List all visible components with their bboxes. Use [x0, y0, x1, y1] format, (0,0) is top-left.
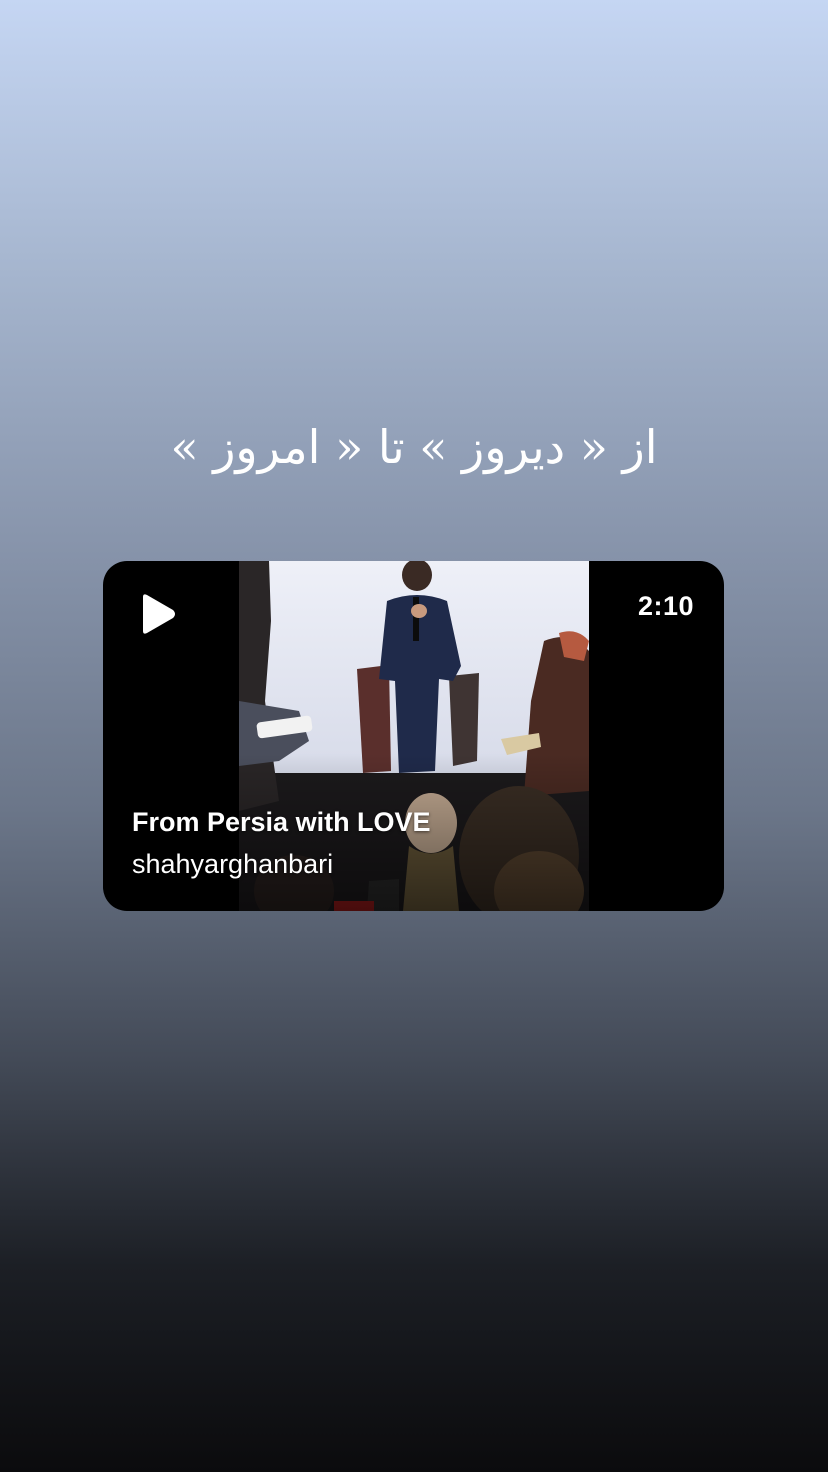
- play-button[interactable]: [137, 593, 177, 635]
- play-icon: [143, 594, 175, 634]
- video-username[interactable]: shahyarghanbari: [132, 849, 333, 880]
- video-title: From Persia with LOVE: [132, 807, 431, 837]
- video-card[interactable]: 2:10 From Persia with LOVE shahyarghanba…: [103, 561, 724, 911]
- video-duration: 2:10: [637, 591, 694, 621]
- story-caption: از « دیروز » تا « امروز »: [170, 420, 658, 474]
